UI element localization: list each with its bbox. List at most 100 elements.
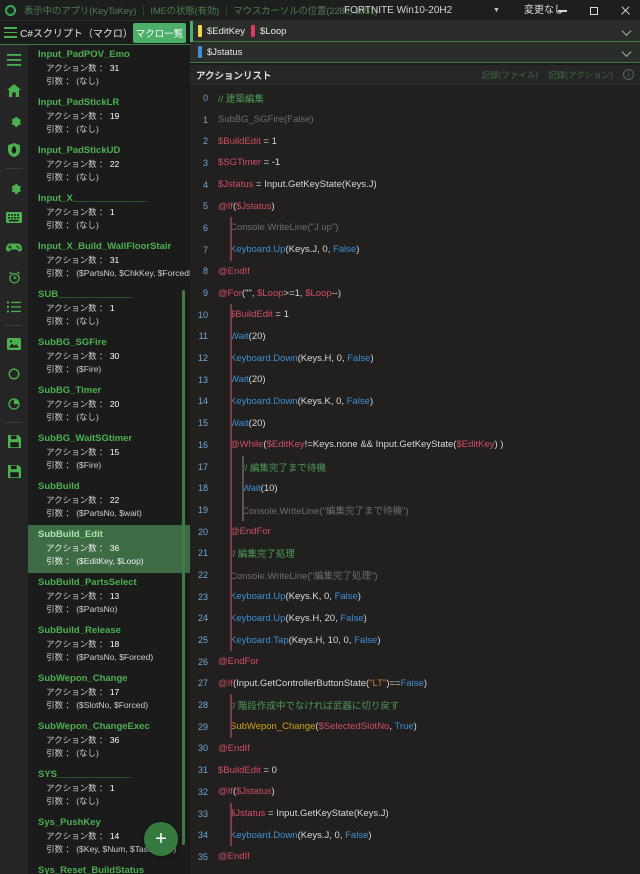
macro-list-item[interactable]: Input_PadPOV_Emo アクション数 ： 31 引数 ： (なし): [28, 45, 190, 93]
code-line[interactable]: 1 SubBG_SGFire(False): [190, 109, 640, 131]
macro-list-item[interactable]: SYS______________ アクション数 ： 1 引数 ： (なし): [28, 765, 190, 813]
code-line[interactable]: 27 @If(Input.GetControllerButtonState("LT…: [190, 673, 640, 695]
code-line[interactable]: 33 $Jstatus = Input.GetKeyState(Keys.J): [190, 802, 640, 825]
code-line[interactable]: 2 $BuildEdit = 1: [190, 130, 640, 152]
home-icon[interactable]: [0, 75, 28, 105]
code-line[interactable]: 35 @EndIf: [190, 846, 640, 868]
save-icon[interactable]: [0, 426, 28, 456]
gear-icon[interactable]: [0, 105, 28, 135]
code-line[interactable]: 8 @EndIf: [190, 261, 640, 283]
code-line[interactable]: 4 $Jstatus = Input.GetKeyState(Keys.J): [190, 174, 640, 196]
shield-icon[interactable]: [0, 135, 28, 165]
macro-list-item[interactable]: SubBG_WaitSGtimer アクション数 ： 15 引数 ： ($Fire): [28, 429, 190, 477]
code-line[interactable]: 7 Keyboard.Up(Keys.J, 0, False): [190, 238, 640, 261]
macro-list-item[interactable]: Input_X_Build_WallFloorStair アクション数 ： 31 引…: [28, 237, 190, 285]
code-token: ): [357, 591, 361, 603]
code-line[interactable]: 25 Keyboard.Tap(Keys.H, 10, 0, False): [190, 629, 640, 651]
macro-list-item[interactable]: SubBuild_PartsSelect アクション数 ： 13 引数 ： ($Pa…: [28, 573, 190, 621]
code-line[interactable]: 12 Keyboard.Down(Keys.H, 0, False): [190, 347, 640, 369]
code-line[interactable]: 3 $SGTimer = -1: [190, 152, 640, 174]
code-line[interactable]: 23 Keyboard.Up(Keys.K, 0, False): [190, 585, 640, 608]
macro-list-item[interactable]: Input_PadStickUD アクション数 ： 22 引数 ： (なし): [28, 141, 190, 189]
code-line[interactable]: 20 @EndFor: [190, 520, 640, 543]
code-line[interactable]: 6 Console.WriteLine("J up"): [190, 217, 640, 239]
chevron-down-icon[interactable]: [623, 27, 632, 36]
macro-list-item[interactable]: SubBuild_Edit アクション数 ： 36 引数 ： ($EditKey, …: [28, 525, 190, 573]
code-line[interactable]: 32 @If($Jstatus): [190, 781, 640, 803]
clock-pie-icon[interactable]: [0, 389, 28, 419]
code-line[interactable]: 13 Wait(20): [190, 368, 640, 391]
macro-list-item[interactable]: SUB______________ アクション数 ： 1 引数 ： (なし): [28, 285, 190, 333]
code-line[interactable]: 14 Keyboard.Down(Keys.K, 0, False): [190, 390, 640, 413]
tab-csharp-script[interactable]: C#スクリプト（マクロ）: [20, 25, 133, 40]
macro-list-item[interactable]: SubBuild アクション数 ： 22 引数 ： ($PartsNo, $wait…: [28, 477, 190, 525]
indent-guide: [230, 412, 232, 434]
circle-icon[interactable]: [0, 359, 28, 389]
macro-name: Input_PadStickLR: [38, 97, 120, 108]
code-token: Keyboard.Down: [230, 829, 298, 841]
close-button[interactable]: [610, 0, 640, 21]
macro-action-count: アクション数 ： 31: [46, 255, 120, 265]
image-icon[interactable]: [0, 329, 28, 359]
code-line[interactable]: 26 @EndFor: [190, 651, 640, 673]
code-line[interactable]: 16 @While($EditKey!=Keys.none && Input.Ge…: [190, 434, 640, 456]
code-line[interactable]: 24 Keyboard.Up(Keys.H, 20, False): [190, 607, 640, 630]
code-token: --): [331, 287, 342, 299]
code-line[interactable]: 34 Keyboard.Down(Keys.J, 0, False): [190, 824, 640, 847]
record-file-button[interactable]: 記録(ファイル): [482, 69, 539, 81]
code-line[interactable]: 17 // 編集完了まで待機: [190, 455, 640, 478]
variable-row-1[interactable]: $EditKey $Loop: [190, 21, 640, 42]
maximize-button[interactable]: [578, 0, 610, 21]
chevron-down-icon[interactable]: [623, 48, 632, 57]
variable-chip-jstatus[interactable]: $Jstatus: [198, 46, 242, 58]
variable-row-2[interactable]: $Jstatus: [190, 42, 640, 63]
code-lines[interactable]: 0 // 建築編集 1 SubBG_SGFire(False) 2 $BuildEdit …: [190, 85, 640, 868]
code-token: (Keys.J, 0,: [297, 829, 346, 841]
code-token: (10): [260, 482, 278, 494]
settings-icon[interactable]: [0, 172, 28, 202]
macro-list-item[interactable]: SubWepon_ChangeExec アクション数 ： 36 引数 ： (なし): [28, 717, 190, 765]
code-line[interactable]: 9 @For("", $Loop>=1, $Loop--): [190, 282, 640, 304]
indent-guide: [230, 434, 232, 456]
indent-guide: [230, 715, 232, 738]
alarm-icon[interactable]: [0, 262, 28, 292]
macro-list-item[interactable]: SubWepon_Change アクション数 ： 17 引数 ： ($SlotNo,…: [28, 669, 190, 717]
gamepad-icon[interactable]: [0, 232, 28, 262]
code-line[interactable]: 30 @EndIf: [190, 738, 640, 760]
code-line[interactable]: 28 // 階段作成中でなければ武器に切り戻す: [190, 694, 640, 716]
macro-list-item[interactable]: SubBG_SGFire アクション数 ： 30 引数 ： ($Fire): [28, 333, 190, 381]
code-line[interactable]: 21 // 編集完了処理: [190, 542, 640, 565]
hamburger-icon[interactable]: [0, 21, 20, 45]
minimize-button[interactable]: [546, 0, 578, 21]
code-token: (Keys.K, 0,: [285, 591, 335, 603]
variable-chip-loop[interactable]: $Loop: [251, 25, 286, 37]
list-icon[interactable]: [0, 292, 28, 322]
code-line[interactable]: 10 $BuildEdit = 1: [190, 303, 640, 326]
macro-list[interactable]: Input_PadPOV_Emo アクション数 ： 31 引数 ： (なし) Inpu…: [28, 45, 190, 874]
macro-list-item[interactable]: SubBuild_Release アクション数 ： 18 引数 ： ($PartsN…: [28, 621, 190, 669]
variable-chip-editkey[interactable]: $EditKey: [198, 25, 245, 37]
save-as-icon[interactable]: [0, 456, 28, 486]
macro-list-item[interactable]: SubBG_Timer アクション数 ： 20 引数 ： (なし): [28, 381, 190, 429]
code-line[interactable]: 0 // 建築編集: [190, 87, 640, 109]
chevron-down-icon[interactable]: ▼: [493, 0, 500, 21]
code-line[interactable]: 15 Wait(20): [190, 412, 640, 434]
code-line[interactable]: 19 Console.WriteLine("編集完了まで待機"): [190, 499, 640, 521]
info-icon[interactable]: i: [623, 69, 634, 80]
macro-list-item[interactable]: Sys_Reset_BuildStatusアクション数 ： 7引数 ： (なし): [28, 861, 190, 874]
macro-list-scrollbar[interactable]: [182, 290, 185, 845]
code-line[interactable]: 18 Wait(10): [190, 477, 640, 500]
code-line[interactable]: 22 Console.WriteLine("編集完了処理"): [190, 564, 640, 586]
code-token: $BuildEdit: [230, 309, 273, 321]
tab-macro-list[interactable]: マクロ一覧: [132, 22, 186, 43]
keyboard-icon[interactable]: [0, 202, 28, 232]
code-line[interactable]: 31 $BuildEdit = 0: [190, 759, 640, 781]
macro-list-item[interactable]: Input_PadStickLR アクション数 ： 19 引数 ： (なし): [28, 93, 190, 141]
record-action-button[interactable]: 記録(アクション): [548, 69, 613, 81]
code-line[interactable]: 5 @If($Jstatus): [190, 195, 640, 217]
add-macro-button[interactable]: +: [144, 822, 178, 856]
hamburger-icon[interactable]: [0, 45, 28, 75]
macro-list-item[interactable]: Input_X______________ アクション数 ： 1 引数 ： (なし): [28, 189, 190, 237]
code-line[interactable]: 29 SubWepon_Change($SelectedSlotNo, True): [190, 715, 640, 738]
code-line[interactable]: 11 Wait(20): [190, 325, 640, 348]
